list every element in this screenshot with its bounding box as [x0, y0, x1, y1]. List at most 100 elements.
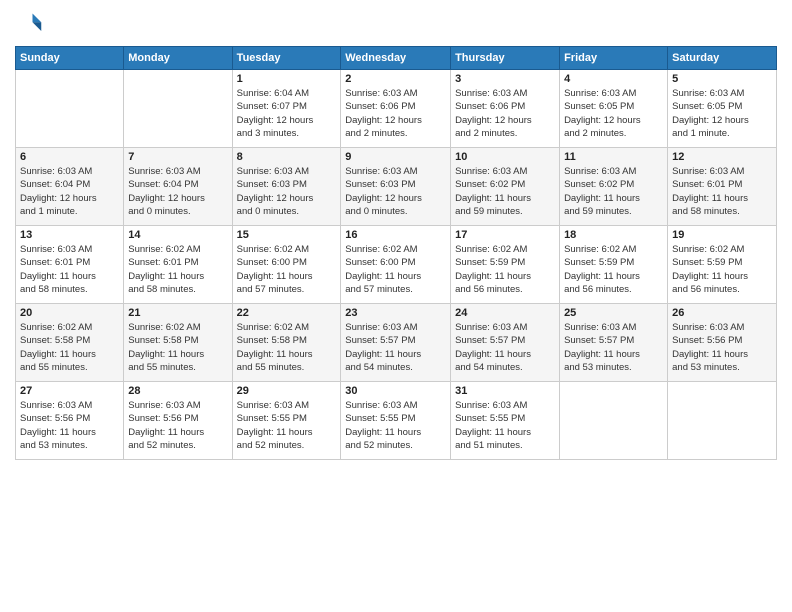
calendar-cell — [560, 382, 668, 460]
weekday-monday: Monday — [124, 47, 232, 70]
calendar-cell: 6Sunrise: 6:03 AM Sunset: 6:04 PM Daylig… — [16, 148, 124, 226]
calendar-cell: 9 Sunrise: 6:03 AM Sunset: 6:03 PM Daylig… — [341, 148, 451, 226]
day-number: 8 — [237, 151, 337, 163]
day-info: Sunrise: 6:03 AM Sunset: 6:05 PM Dayligh… — [564, 87, 663, 140]
day-info: Sunrise: 6:03 AM Sunset: 6:01 PM Dayligh… — [672, 165, 772, 218]
calendar-cell: 10 Sunrise: 6:03 AM Sunset: 6:02 PM Dayli… — [451, 148, 560, 226]
day-number: 25 — [564, 307, 663, 319]
day-info: Sunrise: 6:04 AM Sunset: 6:07 PM Dayligh… — [237, 87, 337, 140]
calendar-cell: 28 Sunrise: 6:03 AM Sunset: 5:56 PM Dayli… — [124, 382, 232, 460]
day-number: 30 — [345, 385, 446, 397]
calendar-cell: 19Sunrise: 6:02 AM Sunset: 5:59 PM Dayli… — [668, 226, 777, 304]
day-info: Sunrise: 6:03 AM Sunset: 6:04 PM Dayligh… — [128, 165, 227, 218]
calendar-body: 1 Sunrise: 6:04 AM Sunset: 6:07 PM Daylig… — [16, 70, 777, 460]
week-row-2: 13 Sunrise: 6:03 AM Sunset: 6:01 PM Dayli… — [16, 226, 777, 304]
week-row-1: 6Sunrise: 6:03 AM Sunset: 6:04 PM Daylig… — [16, 148, 777, 226]
header — [15, 10, 777, 38]
day-number: 16 — [345, 229, 446, 241]
day-info: Sunrise: 6:03 AM Sunset: 6:03 PM Dayligh… — [237, 165, 337, 218]
day-info: Sunrise: 6:02 AM Sunset: 6:00 PM Dayligh… — [345, 243, 446, 296]
calendar-cell: 1 Sunrise: 6:04 AM Sunset: 6:07 PM Daylig… — [232, 70, 341, 148]
calendar-cell: 21 Sunrise: 6:02 AM Sunset: 5:58 PM Dayli… — [124, 304, 232, 382]
day-info: Sunrise: 6:03 AM Sunset: 5:56 PM Dayligh… — [20, 399, 119, 452]
day-info: Sunrise: 6:03 AM Sunset: 6:06 PM Dayligh… — [345, 87, 446, 140]
day-info: Sunrise: 6:03 AM Sunset: 5:57 PM Dayligh… — [455, 321, 555, 374]
day-info: Sunrise: 6:02 AM Sunset: 6:00 PM Dayligh… — [237, 243, 337, 296]
day-info: Sunrise: 6:03 AM Sunset: 5:57 PM Dayligh… — [564, 321, 663, 374]
weekday-row: SundayMondayTuesdayWednesdayThursdayFrid… — [16, 47, 777, 70]
day-number: 29 — [237, 385, 337, 397]
calendar-cell: 12Sunrise: 6:03 AM Sunset: 6:01 PM Dayli… — [668, 148, 777, 226]
day-number: 9 — [345, 151, 446, 163]
day-number: 23 — [345, 307, 446, 319]
day-number: 1 — [237, 73, 337, 85]
calendar-cell: 23 Sunrise: 6:03 AM Sunset: 5:57 PM Dayli… — [341, 304, 451, 382]
calendar: SundayMondayTuesdayWednesdayThursdayFrid… — [15, 46, 777, 460]
day-number: 10 — [455, 151, 555, 163]
day-info: Sunrise: 6:03 AM Sunset: 6:04 PM Dayligh… — [20, 165, 119, 218]
week-row-0: 1 Sunrise: 6:04 AM Sunset: 6:07 PM Daylig… — [16, 70, 777, 148]
day-number: 2 — [345, 73, 446, 85]
day-info: Sunrise: 6:03 AM Sunset: 5:56 PM Dayligh… — [672, 321, 772, 374]
calendar-cell: 17Sunrise: 6:02 AM Sunset: 5:59 PM Dayli… — [451, 226, 560, 304]
calendar-cell: 31 Sunrise: 6:03 AM Sunset: 5:55 PM Dayli… — [451, 382, 560, 460]
calendar-cell: 5Sunrise: 6:03 AM Sunset: 6:05 PM Daylig… — [668, 70, 777, 148]
calendar-cell: 18Sunrise: 6:02 AM Sunset: 5:59 PM Dayli… — [560, 226, 668, 304]
day-info: Sunrise: 6:03 AM Sunset: 5:57 PM Dayligh… — [345, 321, 446, 374]
day-info: Sunrise: 6:03 AM Sunset: 5:55 PM Dayligh… — [455, 399, 555, 452]
calendar-cell: 22Sunrise: 6:02 AM Sunset: 5:58 PM Dayli… — [232, 304, 341, 382]
day-number: 18 — [564, 229, 663, 241]
day-info: Sunrise: 6:02 AM Sunset: 6:01 PM Dayligh… — [128, 243, 227, 296]
day-number: 11 — [564, 151, 663, 163]
day-info: Sunrise: 6:03 AM Sunset: 5:55 PM Dayligh… — [237, 399, 337, 452]
day-info: Sunrise: 6:02 AM Sunset: 5:58 PM Dayligh… — [20, 321, 119, 374]
logo-icon — [15, 10, 43, 38]
weekday-saturday: Saturday — [668, 47, 777, 70]
day-number: 28 — [128, 385, 227, 397]
day-info: Sunrise: 6:03 AM Sunset: 6:02 PM Dayligh… — [455, 165, 555, 218]
day-number: 20 — [20, 307, 119, 319]
calendar-cell: 27Sunrise: 6:03 AM Sunset: 5:56 PM Dayli… — [16, 382, 124, 460]
calendar-cell — [16, 70, 124, 148]
calendar-cell: 4Sunrise: 6:03 AM Sunset: 6:05 PM Daylig… — [560, 70, 668, 148]
calendar-cell: 3 Sunrise: 6:03 AM Sunset: 6:06 PM Daylig… — [451, 70, 560, 148]
week-row-4: 27Sunrise: 6:03 AM Sunset: 5:56 PM Dayli… — [16, 382, 777, 460]
day-info: Sunrise: 6:03 AM Sunset: 6:06 PM Dayligh… — [455, 87, 555, 140]
calendar-cell: 29 Sunrise: 6:03 AM Sunset: 5:55 PM Dayli… — [232, 382, 341, 460]
day-number: 26 — [672, 307, 772, 319]
day-number: 31 — [455, 385, 555, 397]
day-number: 7 — [128, 151, 227, 163]
calendar-cell: 8 Sunrise: 6:03 AM Sunset: 6:03 PM Daylig… — [232, 148, 341, 226]
calendar-cell: 15 Sunrise: 6:02 AM Sunset: 6:00 PM Dayli… — [232, 226, 341, 304]
day-info: Sunrise: 6:03 AM Sunset: 6:01 PM Dayligh… — [20, 243, 119, 296]
day-info: Sunrise: 6:03 AM Sunset: 6:03 PM Dayligh… — [345, 165, 446, 218]
weekday-sunday: Sunday — [16, 47, 124, 70]
weekday-tuesday: Tuesday — [232, 47, 341, 70]
day-number: 14 — [128, 229, 227, 241]
day-number: 13 — [20, 229, 119, 241]
day-number: 5 — [672, 73, 772, 85]
weekday-wednesday: Wednesday — [341, 47, 451, 70]
weekday-friday: Friday — [560, 47, 668, 70]
day-info: Sunrise: 6:03 AM Sunset: 6:02 PM Dayligh… — [564, 165, 663, 218]
calendar-cell: 16 Sunrise: 6:02 AM Sunset: 6:00 PM Dayli… — [341, 226, 451, 304]
day-number: 24 — [455, 307, 555, 319]
week-row-3: 20 Sunrise: 6:02 AM Sunset: 5:58 PM Dayli… — [16, 304, 777, 382]
day-number: 17 — [455, 229, 555, 241]
day-number: 21 — [128, 307, 227, 319]
weekday-thursday: Thursday — [451, 47, 560, 70]
calendar-cell: 2 Sunrise: 6:03 AM Sunset: 6:06 PM Daylig… — [341, 70, 451, 148]
day-number: 3 — [455, 73, 555, 85]
day-info: Sunrise: 6:02 AM Sunset: 5:58 PM Dayligh… — [128, 321, 227, 374]
day-number: 15 — [237, 229, 337, 241]
day-info: Sunrise: 6:02 AM Sunset: 5:59 PM Dayligh… — [672, 243, 772, 296]
calendar-cell: 25 Sunrise: 6:03 AM Sunset: 5:57 PM Dayli… — [560, 304, 668, 382]
day-info: Sunrise: 6:03 AM Sunset: 5:55 PM Dayligh… — [345, 399, 446, 452]
calendar-cell: 11 Sunrise: 6:03 AM Sunset: 6:02 PM Dayli… — [560, 148, 668, 226]
calendar-cell: 24 Sunrise: 6:03 AM Sunset: 5:57 PM Dayli… — [451, 304, 560, 382]
calendar-cell — [124, 70, 232, 148]
day-info: Sunrise: 6:03 AM Sunset: 5:56 PM Dayligh… — [128, 399, 227, 452]
calendar-cell: 7 Sunrise: 6:03 AM Sunset: 6:04 PM Daylig… — [124, 148, 232, 226]
calendar-header: SundayMondayTuesdayWednesdayThursdayFrid… — [16, 47, 777, 70]
calendar-cell: 20 Sunrise: 6:02 AM Sunset: 5:58 PM Dayli… — [16, 304, 124, 382]
